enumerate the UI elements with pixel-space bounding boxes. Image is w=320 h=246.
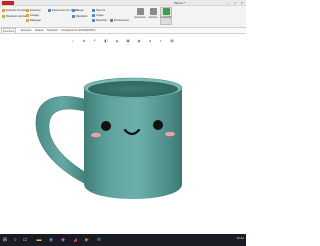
- reference-geometry-icon: [136, 8, 144, 15]
- appearance-icon[interactable]: ●: [148, 39, 152, 43]
- windows-taskbar: ⊞ ○ ▭ ▬ ◉ ◆ ◢ ▶ ✉ 15:42: [0, 234, 246, 246]
- draft-icon: [92, 19, 95, 22]
- pattern-icon: [72, 15, 75, 18]
- graphics-area[interactable]: [0, 34, 246, 234]
- mug-left-eye: [101, 121, 111, 131]
- mail-icon[interactable]: ✉: [96, 237, 102, 243]
- fillet-button[interactable]: Congé: [72, 8, 84, 13]
- rib-icon: [92, 9, 95, 12]
- tool-label: Instant3D: [161, 16, 172, 19]
- display-settings-icon[interactable]: ▤: [170, 39, 174, 43]
- wrap-icon: [110, 19, 113, 22]
- sweep-button[interactable]: Balayage: [26, 18, 41, 23]
- tab-addins[interactable]: Compléments SOLIDWORKS: [60, 28, 96, 33]
- previous-view-icon[interactable]: ↶: [93, 39, 97, 43]
- instant3d-button[interactable]: Instant3D: [160, 7, 172, 25]
- zoom-area-icon[interactable]: ⊕: [82, 39, 86, 43]
- revolve-boss-button[interactable]: Révolution de base: [2, 14, 28, 19]
- section-view-icon[interactable]: ◧: [104, 39, 108, 43]
- tab-evaluate[interactable]: Évaluer: [34, 28, 45, 33]
- mug-left-blush: [91, 132, 101, 138]
- tool-label: Dépouille: [96, 19, 107, 22]
- visual-studio-icon[interactable]: ◆: [60, 237, 66, 243]
- tool-label: Balayage: [30, 19, 41, 22]
- tab-sketch[interactable]: Esquisse: [20, 28, 33, 33]
- wrap-button[interactable]: Enroulement: [110, 18, 129, 23]
- zoom-fit-icon[interactable]: ⌕: [71, 39, 75, 43]
- extrude-boss-button[interactable]: Extrusion de base: [2, 8, 27, 13]
- shell-icon: [92, 14, 95, 17]
- windows-start-icon[interactable]: ⊞: [2, 237, 8, 243]
- tool-label: Géométrie: [134, 16, 146, 19]
- tool-label: Congé: [76, 9, 84, 12]
- fillet-icon: [72, 9, 75, 12]
- media-icon[interactable]: ▶: [84, 237, 90, 243]
- tool-label: Courbes: [148, 16, 158, 19]
- extrude-boss-icon: [2, 9, 5, 12]
- tool-label: Nervure: [96, 9, 106, 12]
- solidworks-icon[interactable]: ◢: [72, 237, 78, 243]
- hide-show-icon[interactable]: ◉: [137, 39, 141, 43]
- instant3d-icon: [162, 8, 170, 15]
- file-explorer-icon[interactable]: ▭: [22, 237, 28, 243]
- command-manager-ribbon: Extrusion de base Révolution de base Ext…: [0, 6, 246, 28]
- tab-features[interactable]: Fonctions: [1, 28, 17, 33]
- loft-icon: [26, 14, 29, 17]
- clock[interactable]: 15:42: [236, 236, 244, 240]
- maximize-button[interactable]: □: [233, 1, 237, 5]
- tool-label: Enroulement: [114, 19, 129, 22]
- cut-extrude-icon: [48, 9, 51, 12]
- browser-icon[interactable]: ◉: [48, 237, 54, 243]
- extrude-icon: [26, 9, 29, 12]
- tool-label: Révolution de base: [6, 15, 29, 18]
- tool-label: Coque: [96, 14, 104, 17]
- mug-right-blush: [165, 131, 175, 137]
- mug-handle[interactable]: [35, 96, 89, 185]
- view-orientation-icon[interactable]: ◈: [115, 39, 119, 43]
- sweep-icon: [26, 19, 29, 22]
- files-icon[interactable]: ▬: [36, 237, 42, 243]
- solidworks-logo[interactable]: [2, 1, 14, 5]
- minimize-button[interactable]: –: [226, 1, 230, 5]
- tool-label: Extrusion de base: [6, 9, 27, 12]
- curves-button[interactable]: Courbes: [147, 8, 159, 19]
- display-style-icon[interactable]: ▣: [126, 39, 130, 43]
- revolve-boss-icon: [2, 15, 5, 18]
- tool-label: Extrusion: [30, 9, 41, 12]
- solidworks-window: Pièce1 * – □ ✕ Extrusion de base Révolut…: [0, 0, 246, 246]
- search-icon[interactable]: ○: [12, 237, 18, 243]
- mug-model[interactable]: [0, 34, 246, 234]
- pattern-button[interactable]: Répétition: [72, 14, 88, 19]
- mug-body[interactable]: [84, 88, 182, 199]
- tab-dimxpert[interactable]: DimXpert: [46, 28, 59, 33]
- tool-label: Lissage: [30, 14, 39, 17]
- close-button[interactable]: ✕: [240, 1, 244, 5]
- scene-icon[interactable]: ◐: [159, 39, 163, 43]
- mug-right-eye: [153, 120, 163, 130]
- draft-button[interactable]: Dépouille: [92, 18, 107, 23]
- tool-label: Répétition: [76, 15, 88, 18]
- reference-geometry-button[interactable]: Géométrie: [134, 8, 146, 19]
- curves-icon: [149, 8, 157, 15]
- mug-interior: [88, 81, 178, 97]
- heads-up-view-toolbar: ⌕ ⊕ ↶ ◧ ◈ ▣ ◉ ● ◐ ▤: [71, 39, 179, 44]
